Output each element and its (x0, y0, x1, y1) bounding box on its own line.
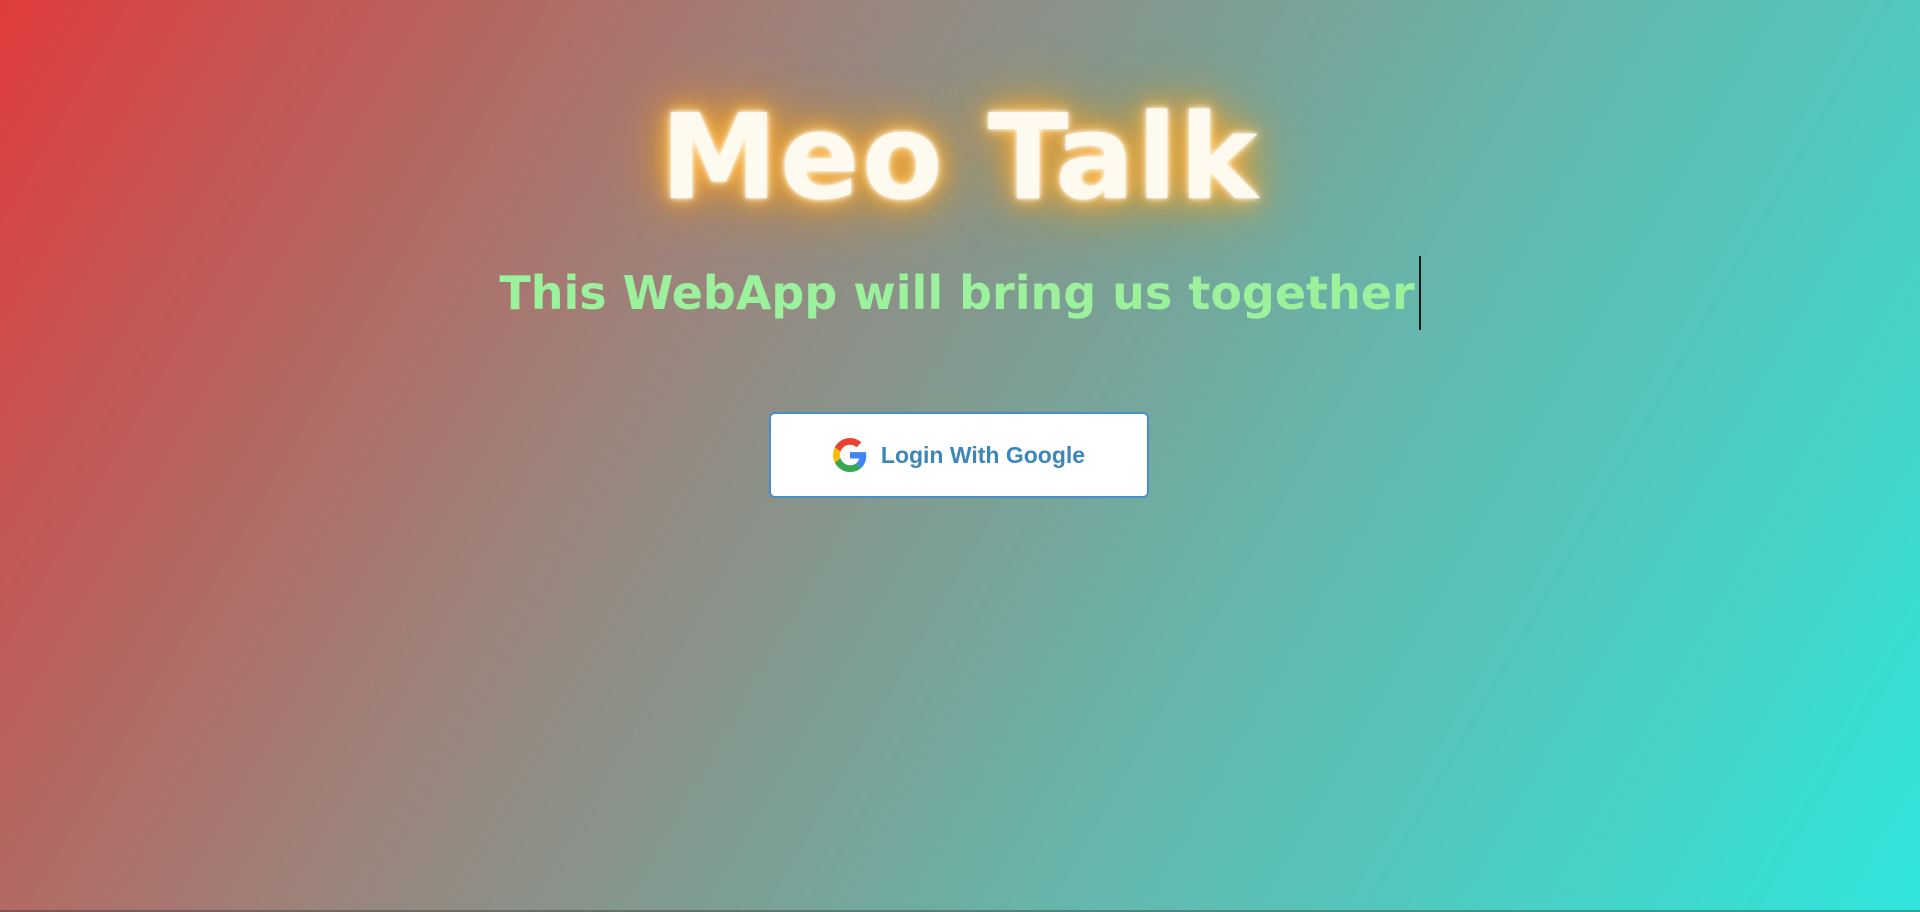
app-title: Meo Talk (660, 88, 1260, 226)
login-button-label: Login With Google (880, 441, 1086, 468)
tagline-row: This WebApp will bring us together (0, 256, 1920, 330)
tagline-text: This WebApp will bring us together (499, 266, 1415, 320)
landing-hero: Meo Talk This WebApp will bring us toget… (0, 0, 1920, 912)
typing-caret (1418, 256, 1421, 330)
login-with-google-button[interactable]: Login With Google (769, 412, 1149, 498)
google-icon (832, 438, 867, 472)
